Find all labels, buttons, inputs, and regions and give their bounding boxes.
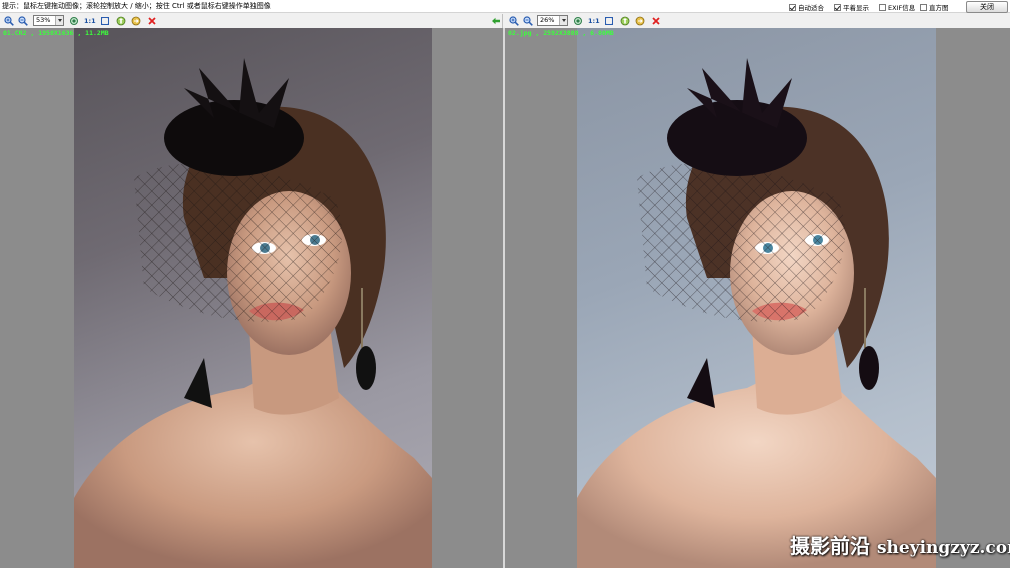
left-photo[interactable] (74, 28, 432, 568)
right-zoom-value: 26% (540, 16, 555, 24)
right-toolbar: 26% 1:1 (505, 14, 1010, 28)
right-zoom-select[interactable]: 26% (537, 15, 568, 26)
fit-icon[interactable] (68, 15, 80, 27)
tile-display-label: 平着显示 (843, 4, 869, 12)
histogram-label: 直方图 (929, 4, 949, 12)
zoom-in-icon[interactable] (3, 15, 15, 27)
fit-window-icon[interactable] (99, 15, 111, 27)
histogram-option[interactable]: 直方图 (920, 2, 949, 12)
flip-icon[interactable] (634, 15, 646, 27)
delete-icon[interactable] (146, 15, 158, 27)
auto-fit-label: 自动适合 (798, 4, 824, 12)
exif-label: EXIF信息 (888, 4, 916, 12)
zoom-out-icon[interactable] (17, 15, 29, 27)
zoom-in-icon[interactable] (508, 15, 520, 27)
fit-icon[interactable] (572, 15, 584, 27)
watermark: 摄影前沿 sheyingzyz.com (790, 530, 1010, 559)
chevron-down-icon[interactable] (55, 16, 63, 25)
left-image-viewer[interactable]: 01.CR2 , 1958X1636 , 11.2MB (0, 28, 503, 568)
portrait-after-image (577, 58, 936, 568)
portrait-before-image (74, 58, 432, 568)
top-bar: 提示：鼠标左键拖动图像；滚轮控制放大 / 缩小；按住 Ctrl 或者鼠标右键操作… (0, 0, 1010, 13)
auto-fit-checkbox[interactable] (789, 3, 796, 11)
tile-display-checkbox[interactable] (834, 3, 841, 11)
rotate-icon[interactable] (115, 15, 127, 27)
left-zoom-select[interactable]: 53% (33, 15, 64, 26)
watermark-cn: 摄影前沿 (790, 534, 870, 558)
left-image-info: 01.CR2 , 1958X1636 , 11.2MB (3, 29, 109, 37)
right-photo[interactable] (577, 28, 936, 568)
exif-checkbox[interactable] (879, 3, 886, 11)
right-image-viewer[interactable]: 02.jpg , 2592X3888 , 6.80MB (505, 28, 1010, 568)
rotate-icon[interactable] (619, 15, 631, 27)
watermark-en: sheyingzyz.com (876, 538, 1010, 558)
tile-display-option[interactable]: 平着显示 (834, 2, 869, 12)
hint-text: 提示：鼠标左键拖动图像；滚轮控制放大 / 缩小；按住 Ctrl 或者鼠标右键操作… (2, 2, 271, 10)
right-image-info: 02.jpg , 2592X3888 , 6.80MB (508, 29, 614, 37)
exif-option[interactable]: EXIF信息 (879, 2, 915, 12)
close-button[interactable]: 关闭 (966, 1, 1008, 13)
histogram-checkbox[interactable] (920, 3, 927, 11)
auto-fit-option[interactable]: 自动适合 (789, 2, 824, 12)
chevron-down-icon[interactable] (559, 16, 567, 25)
left-zoom-value: 53% (36, 16, 51, 24)
delete-icon[interactable] (650, 15, 662, 27)
zoom-out-icon[interactable] (522, 15, 534, 27)
left-toolbar: 53% 1:1 (0, 14, 503, 28)
fit-window-icon[interactable] (603, 15, 615, 27)
back-arrow-icon[interactable] (490, 15, 502, 27)
left-actual-size[interactable]: 1:1 (84, 15, 96, 27)
right-actual-size[interactable]: 1:1 (588, 15, 600, 27)
flip-icon[interactable] (130, 15, 142, 27)
